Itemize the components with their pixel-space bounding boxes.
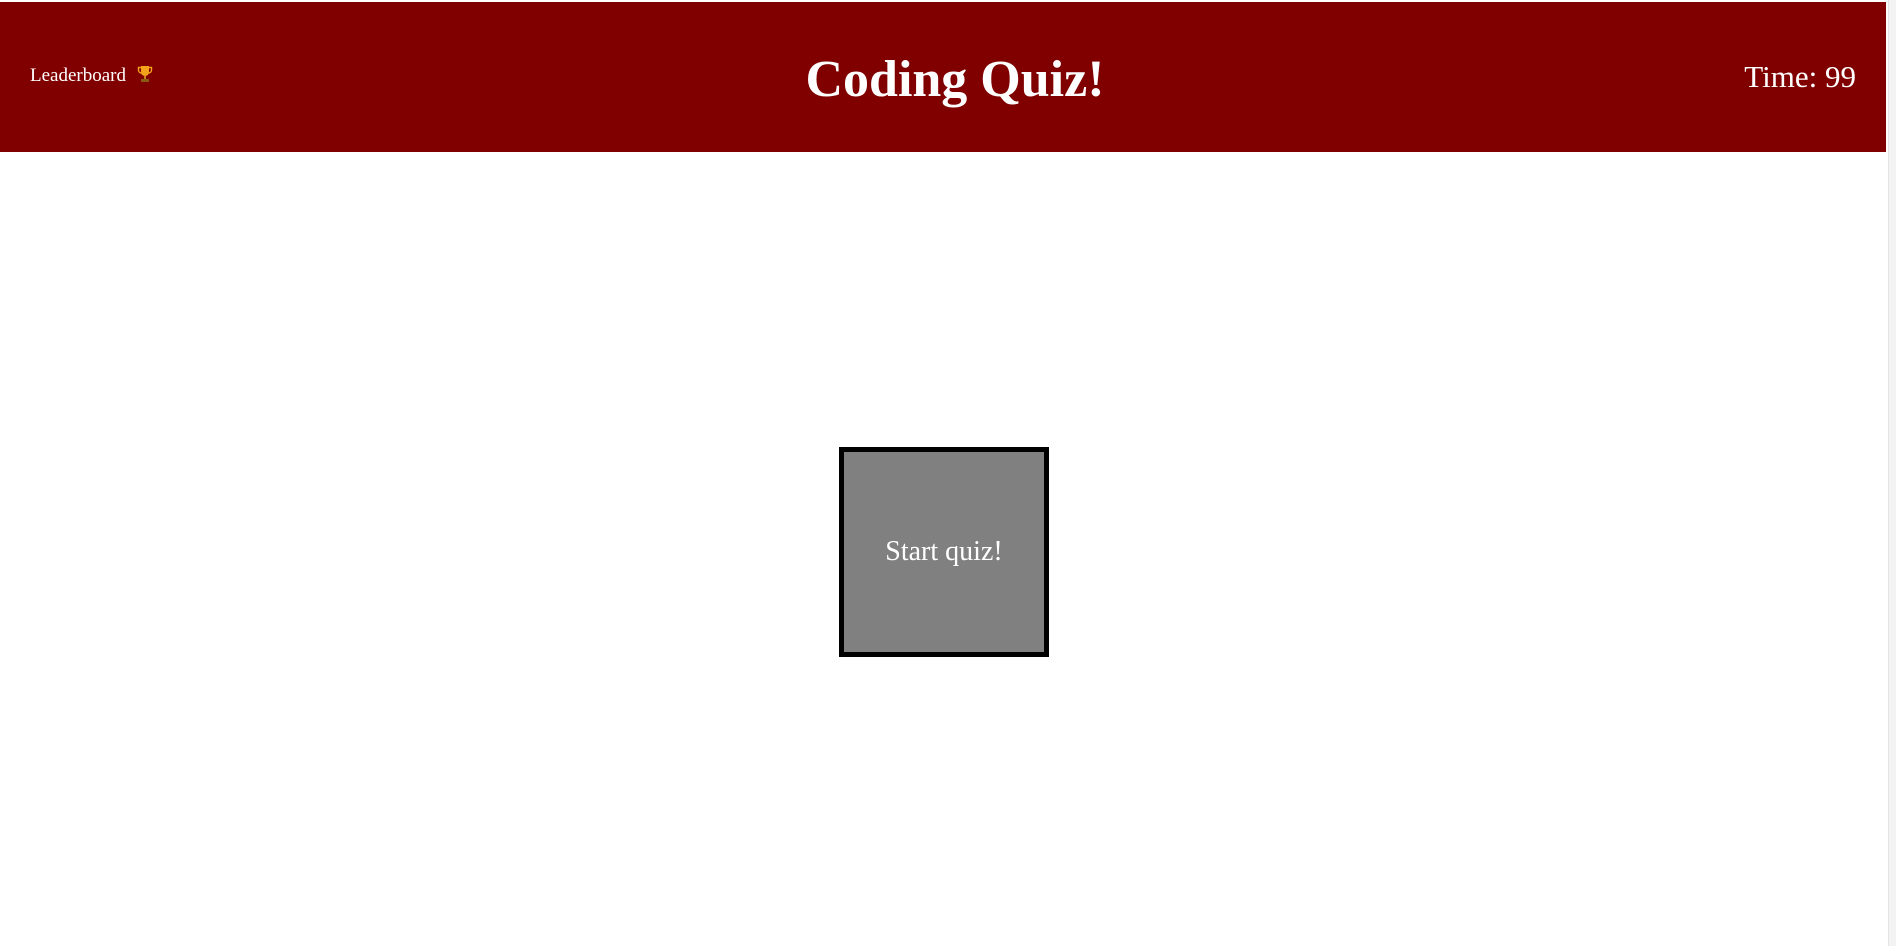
scrollbar[interactable] bbox=[1888, 0, 1896, 946]
start-quiz-button[interactable]: Start quiz! bbox=[839, 447, 1049, 657]
page-title: Coding Quiz! bbox=[805, 51, 1105, 108]
header-bar: Leaderboard Coding Quiz! Time: 99 bbox=[0, 2, 1886, 152]
timer-display: Time: 99 bbox=[1744, 59, 1856, 94]
